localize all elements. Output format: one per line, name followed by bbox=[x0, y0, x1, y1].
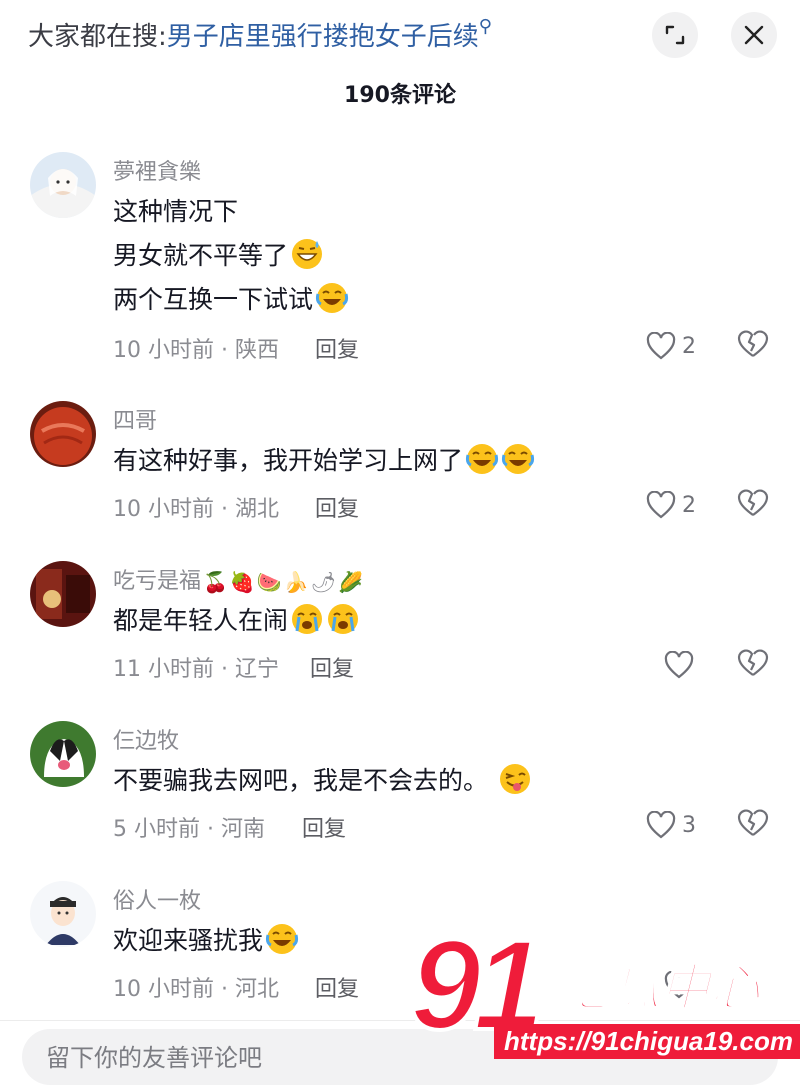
wink-tongue-emoji-icon bbox=[500, 764, 531, 794]
username[interactable]: 四哥 bbox=[113, 403, 157, 435]
close-button[interactable] bbox=[731, 12, 777, 58]
dislike-button[interactable] bbox=[737, 488, 771, 522]
dislike-button[interactable] bbox=[737, 648, 771, 682]
crying-emoji-icon bbox=[292, 604, 323, 634]
close-icon bbox=[744, 25, 764, 45]
comment-text-line: 都是年轻人在闹 bbox=[113, 599, 360, 643]
cherry-emoji-icon: 🍒 bbox=[203, 570, 228, 594]
heart-icon bbox=[646, 811, 676, 839]
comment-meta: 10 小时前 · 河北 bbox=[113, 977, 279, 1002]
broken-heart-icon bbox=[737, 489, 769, 516]
comment-text-line: 有这种好事，我开始学习上网了 bbox=[113, 439, 535, 483]
corn-emoji-icon: 🌽 bbox=[338, 570, 363, 594]
watermark-url: https://91chigua19.com bbox=[494, 1024, 800, 1059]
like-button[interactable]: 3 bbox=[646, 808, 696, 842]
like-button[interactable]: 2 bbox=[646, 329, 696, 363]
chili-emoji-icon: 🌶 bbox=[310, 570, 337, 594]
avatar[interactable] bbox=[30, 401, 96, 467]
banana-emoji-icon: 🍌 bbox=[283, 570, 309, 594]
like-button[interactable] bbox=[664, 648, 700, 682]
strawberry-emoji-icon: 🍓 bbox=[229, 570, 255, 594]
like-button[interactable]: 2 bbox=[646, 488, 696, 522]
comment-text-line: 不要骗我去网吧，我是不会去的。 bbox=[113, 759, 532, 803]
like-count: 2 bbox=[682, 492, 696, 518]
comment-text-line: 这种情况下 bbox=[113, 197, 239, 226]
avatar[interactable] bbox=[30, 721, 96, 787]
comment-text-line: 欢迎来骚扰我 bbox=[113, 919, 299, 963]
username[interactable]: 俗人一枚 bbox=[113, 883, 201, 915]
dislike-button[interactable] bbox=[737, 808, 771, 842]
comment-meta: 5 小时前 · 河南 bbox=[113, 817, 265, 842]
reply-button[interactable]: 回复 bbox=[315, 971, 359, 1003]
like-count: 3 bbox=[682, 812, 696, 838]
heart-icon bbox=[646, 332, 676, 360]
comment-text-line: 两个互换一下试试 bbox=[113, 278, 349, 322]
cry-laugh-emoji-icon bbox=[265, 924, 299, 954]
comment-meta: 10 小时前 · 陕西 bbox=[113, 338, 279, 363]
comment-meta: 10 小时前 · 湖北 bbox=[113, 497, 279, 522]
reply-button[interactable]: 回复 bbox=[310, 651, 354, 683]
cry-laugh-emoji-icon bbox=[315, 283, 349, 313]
avatar[interactable] bbox=[30, 561, 96, 627]
broken-heart-icon bbox=[737, 649, 769, 676]
heart-icon bbox=[664, 651, 694, 679]
heart-icon bbox=[646, 491, 676, 519]
reply-button[interactable]: 回复 bbox=[302, 811, 346, 843]
crying-emoji-icon bbox=[328, 604, 359, 634]
username[interactable]: 仨边牧 bbox=[113, 723, 179, 755]
watermark-title: 吃瓜中心 bbox=[559, 958, 761, 1018]
broken-heart-icon bbox=[737, 809, 769, 836]
broken-heart-icon bbox=[737, 330, 769, 357]
dislike-button[interactable] bbox=[737, 329, 771, 363]
comment-count: 190条评论 bbox=[344, 83, 456, 108]
trending-query-link[interactable]: 男子店里强行搂抱女子后续 bbox=[167, 22, 479, 52]
avatar[interactable] bbox=[30, 152, 96, 218]
cry-laugh-emoji-icon bbox=[465, 444, 499, 474]
avatar[interactable] bbox=[30, 881, 96, 947]
watermark-logo: 91 吃瓜中心 https://91chigua19.com bbox=[408, 912, 800, 1078]
username[interactable]: 吃亏是福 🍒 🍓 🍉 🍌 🌶 🌽 bbox=[113, 563, 363, 595]
comment-text-line: 男女就不平等了 bbox=[113, 234, 324, 278]
comment-meta: 11 小时前 · 辽宁 bbox=[113, 657, 279, 682]
username[interactable]: 夢裡貪樂 bbox=[113, 154, 201, 186]
cry-laugh-emoji-icon bbox=[501, 444, 535, 474]
like-count: 2 bbox=[682, 333, 696, 359]
grin-sweat-emoji-icon bbox=[292, 239, 323, 269]
trending-prefix: 大家都在搜: bbox=[28, 22, 167, 52]
search-icon: ⚲ bbox=[478, 16, 492, 37]
reply-button[interactable]: 回复 bbox=[315, 491, 359, 523]
reply-button[interactable]: 回复 bbox=[315, 332, 359, 364]
expand-icon bbox=[665, 25, 685, 45]
trending-search[interactable]: 大家都在搜:男子店里强行搂抱女子后续⚲ bbox=[28, 16, 492, 53]
top-bar: 大家都在搜:男子店里强行搂抱女子后续⚲ bbox=[0, 0, 800, 70]
watermelon-emoji-icon: 🍉 bbox=[256, 570, 282, 594]
expand-button[interactable] bbox=[652, 12, 698, 58]
